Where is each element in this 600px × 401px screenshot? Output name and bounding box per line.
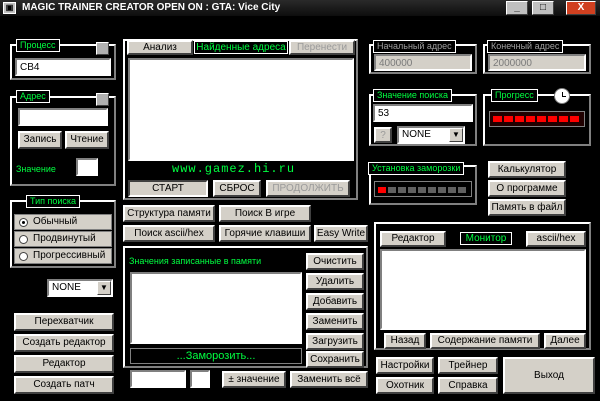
clear-button[interactable]: Очистить: [306, 253, 364, 270]
close-button[interactable]: X: [566, 1, 596, 15]
end-address-field[interactable]: 2000000: [488, 54, 586, 71]
back-button[interactable]: Назад: [384, 333, 426, 349]
tab-found-addresses[interactable]: Найденные адреса: [194, 41, 288, 54]
address-title: Адрес: [16, 90, 50, 103]
save-button[interactable]: Сохранить: [306, 351, 364, 368]
monitor-title: Монитор: [460, 232, 512, 245]
radio-dot: [19, 252, 28, 261]
start-button[interactable]: СТАРТ: [128, 180, 208, 197]
load-button[interactable]: Загрузить: [306, 333, 364, 350]
search-type-title: Тип поиска: [26, 195, 81, 208]
memory-structure-button[interactable]: Структура памяти: [123, 205, 215, 222]
create-patch-button[interactable]: Создать патч: [14, 376, 114, 394]
chevron-down-icon[interactable]: ▼: [97, 281, 111, 295]
address-field[interactable]: [18, 108, 108, 126]
address-pick-button[interactable]: [96, 93, 109, 106]
calculator-button[interactable]: Калькулятор: [488, 161, 566, 178]
replace-all-button[interactable]: Заменить всё: [290, 371, 368, 388]
search-value-combo[interactable]: NONE ▼: [397, 126, 465, 144]
next-button[interactable]: Далее: [544, 333, 586, 349]
pm-value-button[interactable]: ± значение: [222, 371, 286, 388]
process-field[interactable]: CB4: [15, 58, 111, 76]
radio-progressive[interactable]: Прогрессивный: [14, 248, 112, 264]
replace-button[interactable]: Заменить: [306, 313, 364, 330]
start-address-title: Начальный адрес: [373, 40, 456, 53]
memory-to-file-button[interactable]: Память в файл: [488, 199, 566, 216]
monitor-editor-button[interactable]: Редактор: [380, 231, 446, 247]
search-value-field[interactable]: 53: [373, 104, 473, 122]
app-icon: ▣: [3, 2, 16, 14]
process-pick-button[interactable]: [96, 42, 109, 55]
progress-title: Прогресс: [491, 89, 538, 102]
help-reference-button[interactable]: Справка: [438, 377, 498, 394]
minimize-button[interactable]: _: [506, 1, 528, 15]
window-title: MAGIC TRAINER CREATOR OPEN ON : GTA: Vic…: [22, 2, 281, 13]
continue-button[interactable]: ПРОДОЛЖИТЬ: [266, 180, 350, 197]
tab-analysis[interactable]: Анализ: [127, 40, 193, 55]
delete-button[interactable]: Удалить: [306, 273, 364, 290]
radio-dot: [19, 235, 28, 244]
write-button[interactable]: Запись: [18, 131, 62, 149]
create-editor-button[interactable]: Создать редактор: [14, 334, 114, 352]
ascii-hex-button[interactable]: ascii/hex: [526, 231, 586, 247]
search-type-combo[interactable]: NONE ▼: [47, 279, 113, 297]
found-addresses-list[interactable]: [128, 58, 354, 161]
clock-icon: [554, 88, 570, 104]
search-value-combo-value: NONE: [402, 129, 431, 140]
process-title: Процесс: [16, 39, 60, 52]
trainer-button[interactable]: Трейнер: [438, 357, 498, 374]
saved-values-list[interactable]: [130, 272, 302, 344]
value-field[interactable]: [76, 158, 98, 176]
radio-progressive-label: Прогрессивный: [33, 250, 106, 261]
interceptor-button[interactable]: Перехватчик: [14, 313, 114, 331]
editor-button[interactable]: Редактор: [14, 355, 114, 373]
memory-content-button[interactable]: Содержание памяти: [430, 333, 540, 349]
read-button[interactable]: Чтение: [65, 131, 109, 149]
radio-normal[interactable]: Обычный: [14, 214, 112, 230]
website-link[interactable]: www.gamez.hi.ru: [172, 162, 296, 176]
search-ascii-hex-button[interactable]: Поиск ascii/hex: [123, 225, 215, 242]
settings-button[interactable]: Настройки: [376, 357, 434, 374]
maximize-button[interactable]: □: [532, 1, 554, 15]
add-button[interactable]: Добавить: [306, 293, 364, 310]
easy-write-button[interactable]: Easy Write: [314, 225, 368, 242]
radio-dot: [19, 218, 28, 227]
radio-normal-label: Обычный: [33, 216, 78, 227]
exit-button[interactable]: Выход: [503, 357, 595, 394]
radio-advanced[interactable]: Продвинутый: [14, 231, 112, 247]
about-button[interactable]: О программе: [488, 180, 566, 197]
search-value-title: Значение поиска: [373, 89, 452, 102]
main-window: ▣ MAGIC TRAINER CREATOR OPEN ON : GTA: V…: [0, 0, 600, 401]
monitor-list[interactable]: [380, 249, 586, 330]
hunter-button[interactable]: Охотник: [376, 377, 434, 394]
freeze-slider[interactable]: [374, 181, 472, 197]
pm-step-field[interactable]: [190, 370, 210, 388]
transfer-button[interactable]: Перенести: [289, 40, 355, 55]
start-address-field[interactable]: 400000: [374, 54, 472, 71]
freeze-bar[interactable]: ...Заморозить...: [130, 348, 302, 364]
reset-button[interactable]: СБРОС: [213, 180, 261, 197]
saved-values-title: Значения записанные в памяти: [129, 256, 262, 266]
search-in-game-button[interactable]: Поиск В игре: [219, 205, 311, 222]
search-type-combo-value: NONE: [52, 282, 81, 293]
hotkeys-button[interactable]: Горячие клавиши: [219, 225, 311, 242]
help-button[interactable]: ?: [374, 127, 392, 143]
pm-value-field[interactable]: [130, 370, 186, 388]
chevron-down-icon[interactable]: ▼: [449, 128, 463, 142]
end-address-title: Конечный адрес: [487, 40, 564, 53]
freeze-setup-title: Установка заморозки: [368, 162, 465, 175]
radio-advanced-label: Продвинутый: [33, 233, 96, 244]
value-label: Значение: [16, 164, 56, 174]
progress-bar: [489, 111, 585, 127]
